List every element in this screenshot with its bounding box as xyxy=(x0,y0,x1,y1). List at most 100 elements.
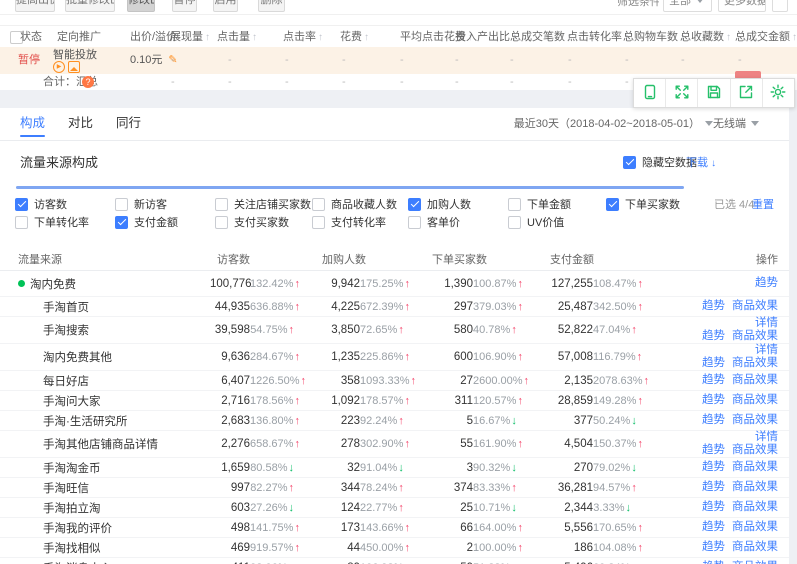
product-effect-link[interactable]: 商品效果 xyxy=(732,394,778,406)
trend-link[interactable]: 趋势 xyxy=(755,277,778,289)
date-range-select[interactable]: 最近30天（2018-04-02~2018-05-01） xyxy=(514,108,713,140)
percent-value: 82.27% xyxy=(250,482,287,494)
product-effect-link[interactable]: 商品效果 xyxy=(732,501,778,513)
trend-link[interactable]: 趋势 xyxy=(702,541,725,553)
column-header[interactable]: 点击转化率↑ xyxy=(567,26,629,49)
percent-value: 175.25% xyxy=(360,278,403,290)
column-header[interactable]: 状态 xyxy=(20,26,42,48)
download-link[interactable]: 下载 ↓ xyxy=(686,154,716,170)
metric-checkbox[interactable]: 支付转化率 xyxy=(312,214,386,232)
bulk-action-button[interactable]: 删除 xyxy=(258,0,285,12)
metric-checkbox[interactable]: 访客数 xyxy=(15,196,67,214)
empty-value: - xyxy=(568,47,572,74)
sort-arrow-icon[interactable]: ↑ xyxy=(792,32,797,43)
trend-link[interactable]: 趋势 xyxy=(702,330,725,342)
trend-link[interactable]: 趋势 xyxy=(702,521,725,533)
bulk-action-button[interactable]: 启用 xyxy=(213,0,238,12)
column-header[interactable]: 点击量↑ xyxy=(217,26,257,49)
extra-button[interactable] xyxy=(772,0,788,12)
traffic-row: 手淘搜索39,59854.75%↑3,85072.65%↑58040.78%↑5… xyxy=(0,317,789,344)
trend-link[interactable]: 趋势 xyxy=(702,357,725,369)
play-icon[interactable]: ▶ xyxy=(53,61,65,73)
save-tool-button[interactable] xyxy=(698,79,730,107)
product-effect-link[interactable]: 商品效果 xyxy=(732,357,778,369)
metric-checkbox[interactable]: 下单转化率 xyxy=(15,214,89,232)
product-effect-link[interactable]: 商品效果 xyxy=(732,330,778,342)
empty-value: - xyxy=(228,47,232,74)
trend-link[interactable]: 趋势 xyxy=(702,394,725,406)
product-effect-link[interactable]: 商品效果 xyxy=(732,541,778,553)
sort-arrow-icon[interactable]: ↑ xyxy=(726,32,731,43)
product-effect-link[interactable]: 商品效果 xyxy=(732,444,778,456)
bulk-action-button[interactable]: 修改出价 xyxy=(127,0,155,12)
empty-value: - xyxy=(171,47,175,74)
metric-checkbox[interactable]: 支付金额 xyxy=(115,214,178,232)
column-header[interactable]: 点击率↑ xyxy=(283,26,323,49)
column-header[interactable]: 定向推广 xyxy=(57,26,101,48)
tab-1[interactable]: 构成 xyxy=(20,108,45,138)
column-header[interactable]: 总购物车数↑ xyxy=(623,26,685,49)
reset-link[interactable]: 重置 xyxy=(752,196,774,214)
trend-link[interactable]: 趋势 xyxy=(702,444,725,456)
product-effect-link[interactable]: 商品效果 xyxy=(732,374,778,386)
metric-checkbox[interactable]: 商品收藏人数 xyxy=(312,196,397,214)
visitors-change: 80.58%↓ xyxy=(250,462,294,474)
metric-checkbox[interactable]: 下单买家数 xyxy=(606,196,680,214)
column-header[interactable]: 投入产出比↑ xyxy=(455,26,517,49)
trend-link[interactable]: 趋势 xyxy=(702,374,725,386)
percent-value: 79.02% xyxy=(593,462,630,474)
cart-value: 124 xyxy=(294,502,360,514)
metric-checkbox[interactable]: 新访客 xyxy=(115,196,167,214)
metric-checkbox[interactable]: 加购人数 xyxy=(408,196,471,214)
product-effect-link[interactable]: 商品效果 xyxy=(732,481,778,493)
metric-checkbox[interactable]: 客单价 xyxy=(408,214,460,232)
bulk-action-button[interactable]: 提高出价 xyxy=(15,0,55,12)
visitors-change: 636.88%↑ xyxy=(250,301,294,313)
product-effect-link[interactable]: 商品效果 xyxy=(732,414,778,426)
detail-link[interactable]: 详情 xyxy=(755,431,778,443)
campaign-name-link[interactable]: 智能投放 xyxy=(53,49,97,61)
empty-value: - xyxy=(342,47,346,74)
detail-link[interactable]: 详情 xyxy=(755,317,778,329)
sort-arrow-icon[interactable]: ↑ xyxy=(205,32,210,43)
column-header[interactable]: 总成交金额↑ xyxy=(735,26,797,49)
channel-select[interactable]: 无线端 xyxy=(713,108,759,140)
metric-checkbox[interactable]: UV价值 xyxy=(508,214,564,232)
sort-arrow-icon[interactable]: ↑ xyxy=(318,32,323,43)
help-icon[interactable] xyxy=(82,76,94,88)
sort-arrow-icon[interactable]: ↑ xyxy=(252,32,257,43)
metric-label: 下单转化率 xyxy=(34,217,89,229)
metric-checkbox[interactable]: 支付买家数 xyxy=(215,214,289,232)
column-header[interactable]: 总收藏数↑ xyxy=(680,26,731,49)
actions-cell: 趋势商品效果 xyxy=(631,541,789,554)
campaign-row: 暂停 智能投放 ▶ 0.10元 ----------- xyxy=(0,47,797,74)
trend-link[interactable]: 趋势 xyxy=(702,461,725,473)
column-header[interactable]: 花费↑ xyxy=(340,26,369,49)
share-tool-button[interactable] xyxy=(731,79,763,107)
settings-tool-button[interactable] xyxy=(763,79,794,107)
trend-link[interactable]: 趋势 xyxy=(702,481,725,493)
tab-2[interactable]: 对比 xyxy=(68,108,93,138)
filter-select[interactable]: 全部 xyxy=(663,0,712,12)
product-effect-link[interactable]: 商品效果 xyxy=(732,300,778,312)
more-data-button[interactable]: 更多数据 xyxy=(718,0,766,12)
column-header[interactable]: 展现量↑ xyxy=(170,26,210,49)
metric-checkbox[interactable]: 关注店铺买家数 xyxy=(215,196,311,214)
column-header[interactable]: 总成交笔数↑ xyxy=(510,26,572,49)
product-effect-link[interactable]: 商品效果 xyxy=(732,461,778,473)
sort-arrow-icon[interactable]: ↑ xyxy=(364,32,369,43)
detail-link[interactable]: 详情 xyxy=(755,344,778,356)
payment-change: 342.50%↑ xyxy=(593,301,631,313)
trend-link[interactable]: 趋势 xyxy=(702,501,725,513)
trend-link[interactable]: 趋势 xyxy=(702,300,725,312)
fullscreen-tool-button[interactable] xyxy=(666,79,698,107)
mobile-preview-tool-button[interactable] xyxy=(634,79,666,107)
bulk-action-button[interactable]: 暂停 xyxy=(172,0,197,12)
trend-link[interactable]: 趋势 xyxy=(702,414,725,426)
buyers-value: 374 xyxy=(402,482,473,494)
tab-3[interactable]: 同行 xyxy=(116,108,141,138)
scroll-indicator[interactable] xyxy=(16,186,684,189)
product-effect-link[interactable]: 商品效果 xyxy=(732,521,778,533)
bulk-action-button[interactable]: 批量修改出价 xyxy=(65,0,115,12)
metric-checkbox[interactable]: 下单金额 xyxy=(508,196,571,214)
